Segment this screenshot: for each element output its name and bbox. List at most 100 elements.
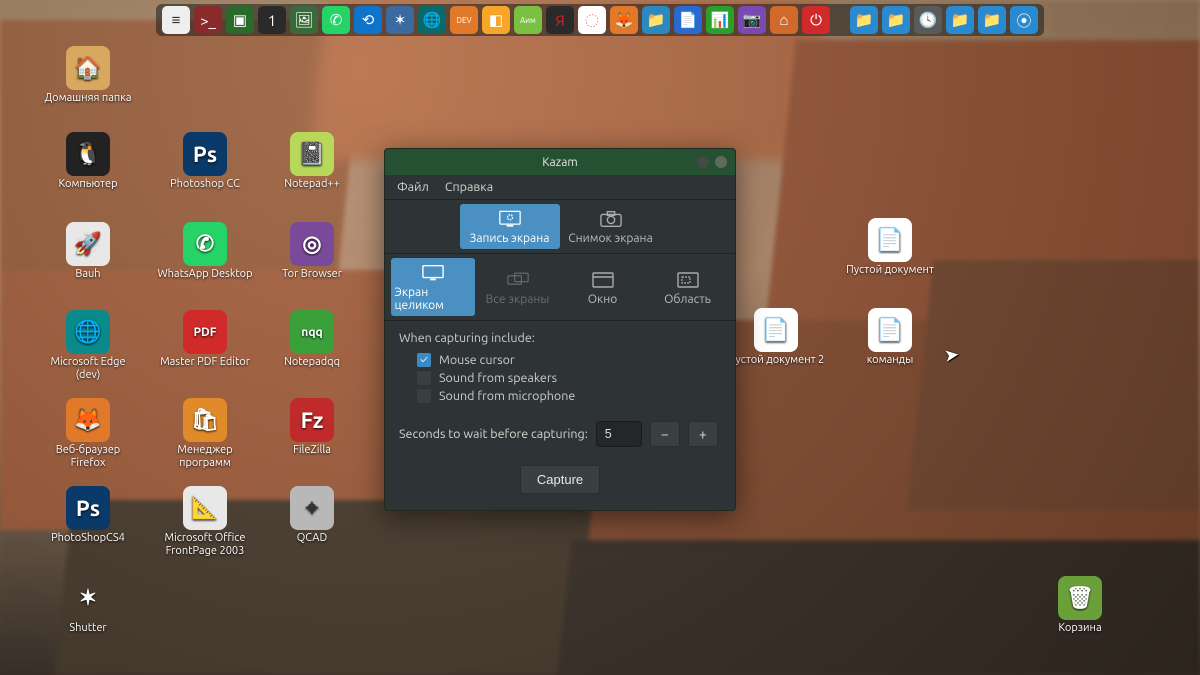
folder-docs[interactable]: 📁 [946,6,974,34]
window-icon [592,271,614,289]
applet-clock[interactable]: 🕓 [914,6,942,34]
app-terminal[interactable]: >_ [194,6,222,34]
dock: ≡>_▣1🖼✆⟲✶🌐DEV◧АимЯ◌🦊📁📄📊📷⌂⏻ 📁📁🕓📁📁⦿ [156,4,1044,36]
app-dev[interactable]: DEV [450,6,478,34]
icon-label: Bauh [75,268,100,281]
icon-label: Компьютер [58,178,117,191]
delay-plus-button[interactable]: + [688,421,718,447]
menu-file[interactable]: Файл [397,180,429,194]
icon-label: Shutter [69,622,106,635]
option-label: Sound from speakers [439,371,557,385]
bauh[interactable]: 🚀Bauh [38,222,138,281]
app-colorpicker[interactable]: ◌ [578,6,606,34]
minimize-button[interactable] [697,156,709,168]
software-manager-icon: 🛍 [183,398,227,442]
qcad[interactable]: ⌖QCAD [262,486,362,545]
app-screenshot[interactable]: ◧ [482,6,510,34]
notepadpp[interactable]: 📓Notepad++ [262,132,362,191]
app-writer[interactable]: 📄 [674,6,702,34]
empty-doc-2[interactable]: 📄Пустой документ 2 [726,308,826,367]
option-speakers[interactable]: Sound from speakers [399,369,721,387]
tab-fullscreen[interactable]: Экран целиком [391,258,475,316]
delay-input[interactable] [596,421,642,447]
app-edge[interactable]: 🌐 [418,6,446,34]
tor-browser-icon: ◎ [290,222,334,266]
master-pdf[interactable]: PDFMaster PDF Editor [155,310,255,369]
whatsapp-desktop-icon: ✆ [183,222,227,266]
home-folder[interactable]: 🏠Домашняя папка [38,46,138,105]
tab-label: Снимок экрана [568,232,652,245]
tab-label: Запись экрана [470,232,550,245]
shutter-icon: ✶ [66,576,110,620]
edge-dev[interactable]: 🌐Microsoft Edge (dev) [38,310,138,381]
options-header: When capturing include: [399,331,721,345]
tab-window[interactable]: Окно [561,258,645,316]
trash[interactable]: 🗑Корзина [1030,576,1130,635]
close-button[interactable] [715,156,727,168]
titlebar[interactable]: Kazam [385,149,735,175]
filezilla[interactable]: FzFileZilla [262,398,362,457]
tor-browser[interactable]: ◎Tor Browser [262,222,362,281]
shutter[interactable]: ✶ Shutter [38,576,138,635]
capture-button[interactable]: Capture [520,465,600,494]
app-files[interactable]: 📁 [642,6,670,34]
icon-label: Пустой документ [846,264,934,277]
app-whatsapp[interactable]: ✆ [322,6,350,34]
option-mouse[interactable]: ✓ Mouse cursor [399,351,721,369]
firefox[interactable]: 🦊Веб-браузер Firefox [38,398,138,469]
notepadqq-icon: nqq [290,310,334,354]
area-tabs: Экран целиком Все экраны Окно Область [385,253,735,320]
tab-screenshot[interactable]: Снимок экрана [561,204,661,249]
app-shutter[interactable]: ✶ [386,6,414,34]
app-firefox[interactable]: 🦊 [610,6,638,34]
master-pdf-icon: PDF [183,310,227,354]
checkbox-icon [417,389,431,403]
region-icon [677,271,699,289]
monitor-icon [422,264,444,282]
folder-home[interactable]: 📁 [850,6,878,34]
tab-label: Окно [588,293,618,306]
photoshop-cs4-icon: Ps [66,486,110,530]
folder-other[interactable]: 📁 [978,6,1006,34]
whatsapp-desktop[interactable]: ✆ WhatsApp Desktop [155,222,255,281]
window-title: Kazam [542,156,577,169]
monitors-icon [507,271,529,289]
photoshop-cc-icon: Ps [183,132,227,176]
app-calc[interactable]: 📊 [706,6,734,34]
computer-icon: 🐧 [66,132,110,176]
app-workspace[interactable]: 1 [258,6,286,34]
option-microphone[interactable]: Sound from microphone [399,387,721,405]
app-software[interactable]: ⌂ [770,6,798,34]
tab-allscreens[interactable]: Все экраны [476,258,560,316]
app-aim[interactable]: Аим [514,6,542,34]
delay-row: Seconds to wait before capturing: − + [385,411,735,451]
folder-desktop[interactable]: 📁 [882,6,910,34]
app-wallpaper[interactable]: ▣ [226,6,254,34]
commands-doc[interactable]: 📄команды [840,308,940,367]
app-power[interactable]: ⏻ [802,6,830,34]
empty-doc-1[interactable]: 📄Пустой документ [840,218,940,277]
frontpage[interactable]: 📐Microsoft Office FrontPage 2003 [155,486,255,557]
edge-dev-icon: 🌐 [66,310,110,354]
option-label: Sound from microphone [439,389,575,403]
applet-a11y[interactable]: ⦿ [1010,6,1038,34]
photoshop-cc[interactable]: PsPhotoshop CC [155,132,255,191]
tab-label: Все экраны [486,293,550,306]
app-camera[interactable]: 📷 [738,6,766,34]
icon-label: WhatsApp Desktop [157,268,252,281]
app-editor[interactable]: ≡ [162,6,190,34]
screencast-icon [499,210,521,228]
computer[interactable]: 🐧 Компьютер [38,132,138,191]
delay-minus-button[interactable]: − [650,421,680,447]
app-yandex[interactable]: Я [546,6,574,34]
photoshop-cs4[interactable]: PsPhotoShopCS4 [38,486,138,545]
menu-help[interactable]: Справка [445,180,493,194]
kazam-window: Kazam Файл Справка Запись экрана Снимок … [384,148,736,511]
software-manager[interactable]: 🛍Менеджер программ [155,398,255,469]
app-image[interactable]: 🖼 [290,6,318,34]
app-teamviewer[interactable]: ⟲ [354,6,382,34]
tab-area[interactable]: Область [646,258,730,316]
icon-label: Домашняя папка [44,92,131,105]
notepadqq[interactable]: nqqNotepadqq [262,310,362,369]
tab-screencast[interactable]: Запись экрана [460,204,560,249]
